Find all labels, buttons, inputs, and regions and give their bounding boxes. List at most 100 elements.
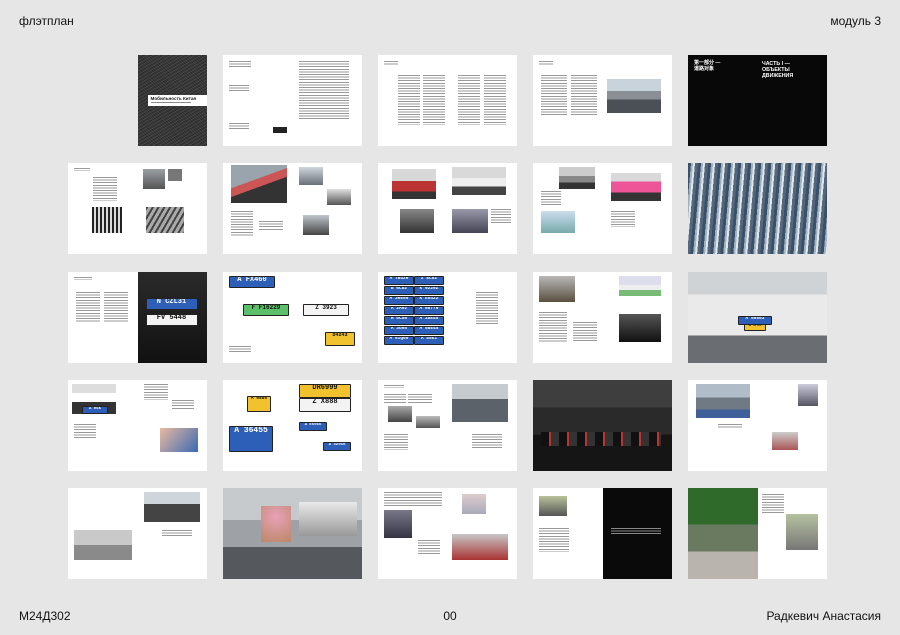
text-block bbox=[611, 211, 635, 228]
photo bbox=[786, 514, 818, 550]
spread-row2-2[interactable] bbox=[223, 163, 362, 255]
spread-part-one[interactable]: 第一部分 — 道路对象 ЧАСТЬ I — ОБЪЕКТЫ ДВИЖЕНИЯ bbox=[688, 55, 827, 146]
license-plate: K E5422 bbox=[414, 295, 444, 305]
cover-title: Мобильность Китая bbox=[150, 96, 197, 101]
text-block bbox=[484, 75, 506, 125]
spread-row5-3[interactable] bbox=[378, 488, 517, 579]
header-left: флэтплан bbox=[19, 14, 74, 28]
cars-photo bbox=[231, 165, 287, 204]
black-page bbox=[602, 488, 672, 579]
spread-intro[interactable] bbox=[378, 55, 517, 146]
license-plate: A 7B426 bbox=[384, 275, 414, 285]
pink-car-photo bbox=[611, 173, 661, 202]
license-plate: A 3U65 bbox=[384, 325, 414, 335]
text-block bbox=[472, 433, 502, 448]
hands-plates-photo bbox=[160, 427, 198, 452]
scooter-photo bbox=[452, 534, 508, 560]
text-block bbox=[610, 528, 661, 534]
spread-row5-5[interactable] bbox=[688, 488, 827, 579]
scooters-street-photo bbox=[696, 383, 750, 418]
part-title-chinese: 第一部分 — 道路对象 bbox=[694, 60, 721, 73]
contents-list bbox=[299, 61, 349, 121]
text-block bbox=[172, 399, 194, 410]
spread-row3-4[interactable] bbox=[533, 271, 672, 363]
text-block bbox=[229, 85, 249, 91]
street-photo bbox=[74, 530, 132, 560]
text-block bbox=[229, 345, 251, 354]
car-photo bbox=[559, 167, 595, 190]
tree-street-photo bbox=[688, 488, 758, 579]
text-block bbox=[418, 540, 440, 554]
text-block bbox=[539, 61, 553, 65]
photo bbox=[384, 510, 412, 538]
text-block bbox=[541, 191, 561, 206]
text-block bbox=[458, 75, 480, 125]
license-plate: A 28E45 bbox=[414, 315, 444, 325]
car-photo bbox=[303, 215, 329, 236]
footer-right: Радкевич Анастасия bbox=[766, 609, 881, 623]
license-plate: A 2A92 bbox=[384, 305, 414, 315]
car-photo bbox=[619, 275, 661, 296]
license-plate: FV 5448 bbox=[145, 313, 198, 326]
spread-row4-4[interactable] bbox=[533, 379, 672, 471]
text-block bbox=[423, 75, 445, 125]
spread-row3-1[interactable]: N CZL31 FV 5448 bbox=[68, 271, 207, 363]
photo bbox=[772, 431, 798, 450]
text-block bbox=[541, 75, 567, 115]
text-block bbox=[74, 168, 90, 172]
car-photo bbox=[299, 167, 323, 186]
spread-row4-2[interactable]: A 9885 DR6999 Z X888 A 36455 A E6056 A 3… bbox=[223, 379, 362, 471]
spread-row5-4[interactable] bbox=[533, 488, 672, 579]
traffic-photo bbox=[143, 169, 165, 190]
person-photo bbox=[539, 275, 575, 302]
part-chinese: 第一部分 — 道路对象 bbox=[694, 60, 721, 72]
license-plate: F F16229 bbox=[243, 303, 289, 316]
text-block bbox=[144, 383, 168, 400]
spread-row2-5[interactable] bbox=[688, 163, 827, 255]
spread-row2-1[interactable] bbox=[68, 163, 207, 255]
spread-title-contents[interactable] bbox=[223, 55, 362, 146]
photo bbox=[168, 169, 182, 182]
car-photo bbox=[452, 209, 488, 234]
text-block bbox=[539, 311, 567, 342]
spread-row3-3[interactable]: A 7B426 Z 8C82 B 6C82 K 9229Z A 30E66 K … bbox=[378, 271, 517, 363]
text-block bbox=[229, 61, 251, 68]
spread-row2-3[interactable] bbox=[378, 163, 517, 255]
text-block bbox=[573, 321, 597, 342]
spread-cover[interactable]: Мобильность Китая bbox=[68, 55, 207, 146]
scooters-row bbox=[541, 431, 661, 446]
spread-row2-4[interactable] bbox=[533, 163, 672, 255]
text-block bbox=[74, 276, 92, 280]
text-block bbox=[476, 291, 498, 326]
spread-row4-5[interactable] bbox=[688, 379, 827, 471]
spread-row3-2[interactable]: A FX460 F F16229 Z 3923 D4243 bbox=[223, 271, 362, 363]
license-plate: A E6056 bbox=[299, 421, 327, 431]
text-block bbox=[384, 492, 442, 506]
license-plate: K 9229Z bbox=[414, 285, 444, 295]
text-block bbox=[384, 433, 408, 450]
text-block bbox=[384, 393, 406, 404]
street-photo bbox=[452, 383, 508, 422]
cover-subtitle-line bbox=[150, 102, 191, 103]
license-plate: A 9885 bbox=[247, 395, 271, 412]
cyclist-photo bbox=[144, 492, 200, 522]
spread-row4-1[interactable]: A 05K bbox=[68, 379, 207, 471]
spread-row5-1[interactable] bbox=[68, 488, 207, 579]
text-block bbox=[762, 494, 784, 514]
spread-row5-2[interactable] bbox=[223, 488, 362, 579]
logo-image bbox=[273, 127, 287, 133]
license-plate: A 32960 bbox=[323, 441, 351, 451]
license-plate: H 0C56 bbox=[384, 315, 414, 325]
text-block bbox=[162, 530, 192, 538]
part-russian: ЧАСТЬ I — ОБЪЕКТЫ ДВИЖЕНИЯ bbox=[762, 61, 794, 80]
license-plate: A 58E45 bbox=[414, 325, 444, 335]
flatplan-grid: Мобильность Китая 第一部分 — 道路对象 ЧАСТЬ I — … bbox=[68, 55, 831, 579]
spread-street[interactable] bbox=[533, 55, 672, 146]
text-block bbox=[259, 221, 283, 232]
license-plate: Z X888 bbox=[299, 397, 351, 412]
spread-row3-5[interactable]: A 99593 A 9F96 bbox=[688, 271, 827, 363]
spread-row4-3[interactable] bbox=[378, 379, 517, 471]
header-right: модуль 3 bbox=[830, 14, 881, 28]
license-plate: D4243 bbox=[325, 331, 355, 346]
text-block bbox=[76, 291, 100, 322]
